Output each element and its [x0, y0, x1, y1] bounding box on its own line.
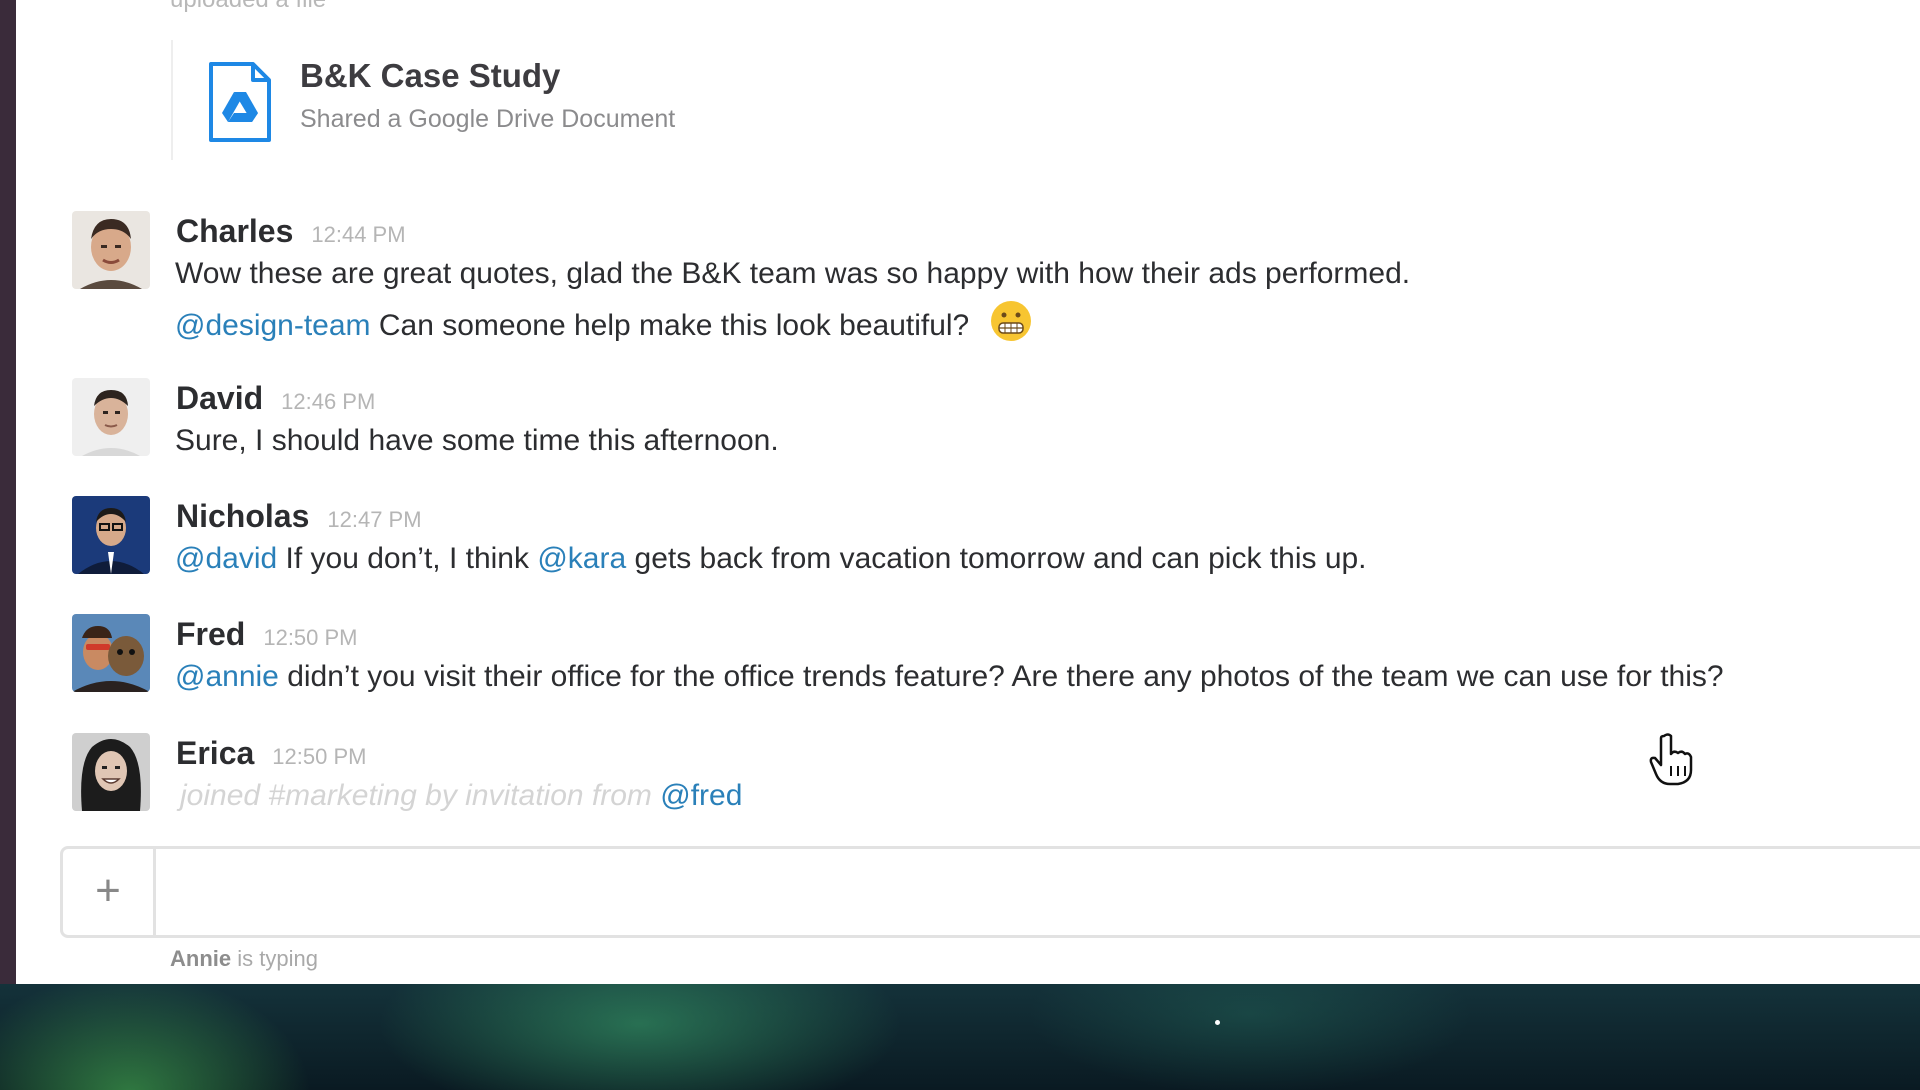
message-text: Wow these are great quotes, glad the B&K…	[175, 257, 1411, 290]
avatar-fred[interactable]	[72, 614, 150, 692]
message-composer: +	[60, 846, 1920, 938]
message-nicholas: Nicholas 12:47 PM @david If you don’t, I …	[72, 496, 1872, 586]
message-charles: Charles 12:44 PM Wow these are great quot…	[72, 211, 1872, 351]
message-header: David 12:46 PM	[176, 380, 375, 417]
timestamp[interactable]: 12:50 PM	[263, 625, 357, 650]
author-name[interactable]: David	[176, 380, 263, 416]
timestamp[interactable]: 12:44 PM	[311, 222, 405, 247]
message-text-segment: gets back from vacation tomorrow and can…	[626, 542, 1367, 575]
typing-status-text: is typing	[231, 946, 318, 971]
chat-window: uploaded a file B&K Case Study Shared a …	[0, 0, 1920, 984]
timestamp[interactable]: 12:50 PM	[272, 744, 366, 769]
avatar-nicholas[interactable]	[72, 496, 150, 574]
author-name[interactable]: Charles	[176, 213, 293, 249]
message-text: @design-team Can someone help make this …	[175, 301, 1033, 349]
file-upload-header: uploaded a file	[170, 0, 326, 14]
author-name[interactable]: Erica	[176, 735, 254, 771]
message-text: Sure, I should have some time this after…	[175, 424, 779, 457]
message-fred: Fred 12:50 PM @annie didn’t you visit the…	[72, 614, 1872, 704]
add-attachment-button[interactable]: +	[63, 849, 156, 935]
mention-link[interactable]: @david	[175, 542, 277, 575]
grimacing-emoji-icon	[989, 299, 1033, 343]
join-notice-text: joined #marketing by invitation from	[180, 779, 661, 812]
message-text-segment: Can someone help make this look beautifu…	[370, 308, 970, 342]
typing-user-name: Annie	[170, 946, 232, 971]
desktop-wallpaper	[0, 984, 1920, 1090]
google-drive-file-icon	[207, 60, 273, 144]
message-text-segment: didn’t you visit their office for the of…	[278, 660, 1724, 693]
avatar-erica[interactable]	[72, 733, 150, 811]
hand-pointer-cursor-icon	[1648, 732, 1696, 786]
avatar-charles[interactable]	[72, 211, 150, 289]
typing-indicator: Annie is typing	[170, 946, 318, 972]
author-name[interactable]: Nicholas	[176, 498, 309, 534]
file-attachment-card[interactable]: B&K Case Study Shared a Google Drive Doc…	[171, 40, 1463, 160]
message-header: Erica 12:50 PM	[176, 735, 366, 772]
file-title[interactable]: B&K Case Study	[300, 57, 560, 95]
mention-link[interactable]: @kara	[537, 542, 626, 575]
message-header: Charles 12:44 PM	[176, 213, 406, 250]
message-text-segment: If you don’t, I think	[277, 542, 538, 575]
message-text: @annie didn’t you visit their office for…	[175, 660, 1724, 694]
message-header: Fred 12:50 PM	[176, 616, 358, 653]
message-erica: Erica 12:50 PM joined #marketing by invit…	[72, 733, 1872, 823]
avatar-david[interactable]	[72, 378, 150, 456]
message-david: David 12:46 PM Sure, I should have some t…	[72, 378, 1872, 468]
message-header: Nicholas 12:47 PM	[176, 498, 422, 535]
timestamp[interactable]: 12:46 PM	[281, 389, 375, 414]
wallpaper-star	[1215, 1020, 1220, 1025]
timestamp[interactable]: 12:47 PM	[327, 507, 421, 532]
file-subtitle: Shared a Google Drive Document	[300, 105, 676, 133]
mention-link[interactable]: @fred	[660, 779, 742, 812]
sidebar-edge	[0, 0, 16, 984]
message-input[interactable]	[159, 863, 1863, 921]
mention-link[interactable]: @design-team	[175, 309, 371, 342]
message-text: @david If you don’t, I think @kara gets …	[175, 542, 1367, 576]
message-text: joined #marketing by invitation from @fr…	[180, 779, 742, 813]
author-name[interactable]: Fred	[176, 616, 245, 652]
mention-link[interactable]: @annie	[175, 660, 279, 693]
